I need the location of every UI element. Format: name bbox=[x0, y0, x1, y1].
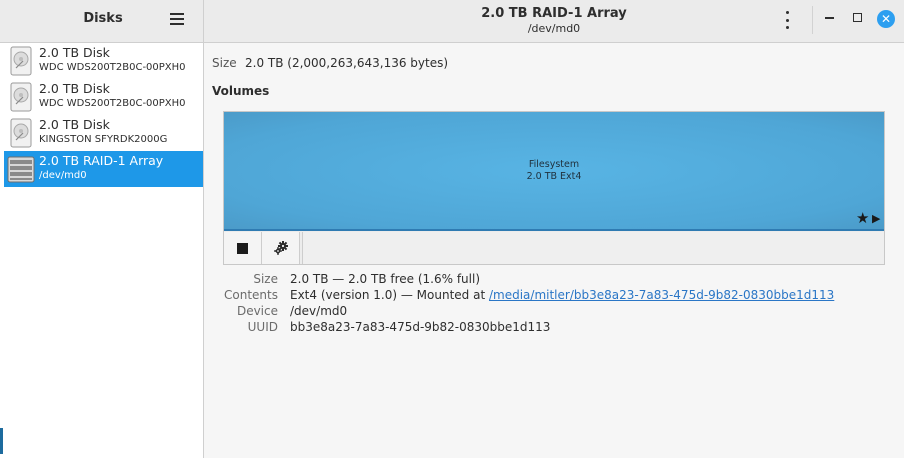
device-item-disk-3[interactable]: 2.0 TB Disk KINGSTON SFYRDK2000G bbox=[4, 115, 203, 151]
partition-type: Filesystem bbox=[528, 159, 580, 170]
detail-size-value: 2.0 TB — 2.0 TB free (1.6% full) bbox=[290, 272, 481, 286]
device-name: 2.0 TB RAID-1 Array bbox=[39, 153, 164, 168]
device-item-disk-1[interactable]: 2.0 TB Disk WDC WDS200T2B0C-00PXH0 bbox=[4, 43, 203, 79]
volumes-heading: Volumes bbox=[212, 84, 270, 98]
contents-text: Ext4 (version 1.0) — Mounted at bbox=[290, 288, 489, 302]
device-path: /dev/md0 bbox=[39, 170, 87, 181]
header-separator bbox=[812, 6, 813, 34]
uuid-label: UUID bbox=[247, 320, 278, 334]
device-name: 2.0 TB Disk bbox=[39, 45, 110, 60]
device-item-disk-2[interactable]: 2.0 TB Disk WDC WDS200T2B0C-00PXH0 bbox=[4, 79, 203, 115]
window-subtitle: /dev/md0 bbox=[527, 22, 581, 35]
volume-map: Filesystem 2.0 TB Ext4 ★ ▶ bbox=[223, 111, 885, 265]
mount-point-link[interactable]: /media/mitler/bb3e8a23-7a83-475d-9b82-08… bbox=[489, 288, 834, 302]
contents-value: Ext4 (version 1.0) — Mounted at /media/m… bbox=[290, 288, 834, 302]
device-label: Device bbox=[236, 304, 278, 318]
gears-icon bbox=[273, 241, 288, 255]
detail-size-label: Size bbox=[253, 272, 278, 286]
contents-label: Contents bbox=[224, 288, 278, 302]
device-value: /dev/md0 bbox=[290, 304, 348, 318]
device-list: 2.0 TB Disk WDC WDS200T2B0C-00PXH0 2.0 T… bbox=[0, 43, 204, 458]
unmount-button[interactable] bbox=[224, 232, 262, 264]
device-model: WDC WDS200T2B0C-00PXH0 bbox=[39, 62, 186, 73]
hard-disk-icon bbox=[10, 118, 32, 148]
stop-icon bbox=[237, 242, 248, 254]
edge-accent bbox=[0, 428, 3, 454]
toolbar-spacer bbox=[302, 232, 884, 264]
size-label: Size bbox=[212, 56, 237, 70]
drive-options-icon[interactable] bbox=[783, 11, 791, 29]
sidebar-header: Disks bbox=[0, 0, 204, 42]
close-icon[interactable]: ✕ bbox=[877, 10, 895, 28]
minimize-icon[interactable] bbox=[825, 17, 834, 19]
partition-detail: 2.0 TB Ext4 bbox=[526, 171, 582, 182]
device-model: WDC WDS200T2B0C-00PXH0 bbox=[39, 98, 186, 109]
device-model: KINGSTON SFYRDK2000G bbox=[39, 134, 168, 145]
uuid-value: bb3e8a23-7a83-475d-9b82-0830bbe1d113 bbox=[290, 320, 551, 334]
maximize-icon[interactable] bbox=[853, 13, 862, 22]
size-value: 2.0 TB (2,000,263,643,136 bytes) bbox=[245, 56, 449, 70]
device-item-raid-array[interactable]: 2.0 TB RAID-1 Array /dev/md0 bbox=[4, 151, 203, 187]
partition-settings-button[interactable] bbox=[262, 232, 300, 264]
star-icon: ★ bbox=[856, 209, 870, 227]
header-bar: Disks 2.0 TB RAID-1 Array /dev/md0 ✕ bbox=[0, 0, 904, 43]
window-title: 2.0 TB RAID-1 Array bbox=[481, 6, 627, 21]
hard-disk-icon bbox=[10, 46, 32, 76]
device-name: 2.0 TB Disk bbox=[39, 81, 110, 96]
device-name: 2.0 TB Disk bbox=[39, 117, 110, 132]
raid-array-icon bbox=[7, 156, 35, 183]
menu-icon[interactable] bbox=[170, 13, 184, 25]
hard-disk-icon bbox=[10, 82, 32, 112]
partition-filesystem[interactable]: Filesystem 2.0 TB Ext4 ★ ▶ bbox=[224, 112, 884, 231]
play-arrow-icon: ▶ bbox=[872, 212, 881, 225]
